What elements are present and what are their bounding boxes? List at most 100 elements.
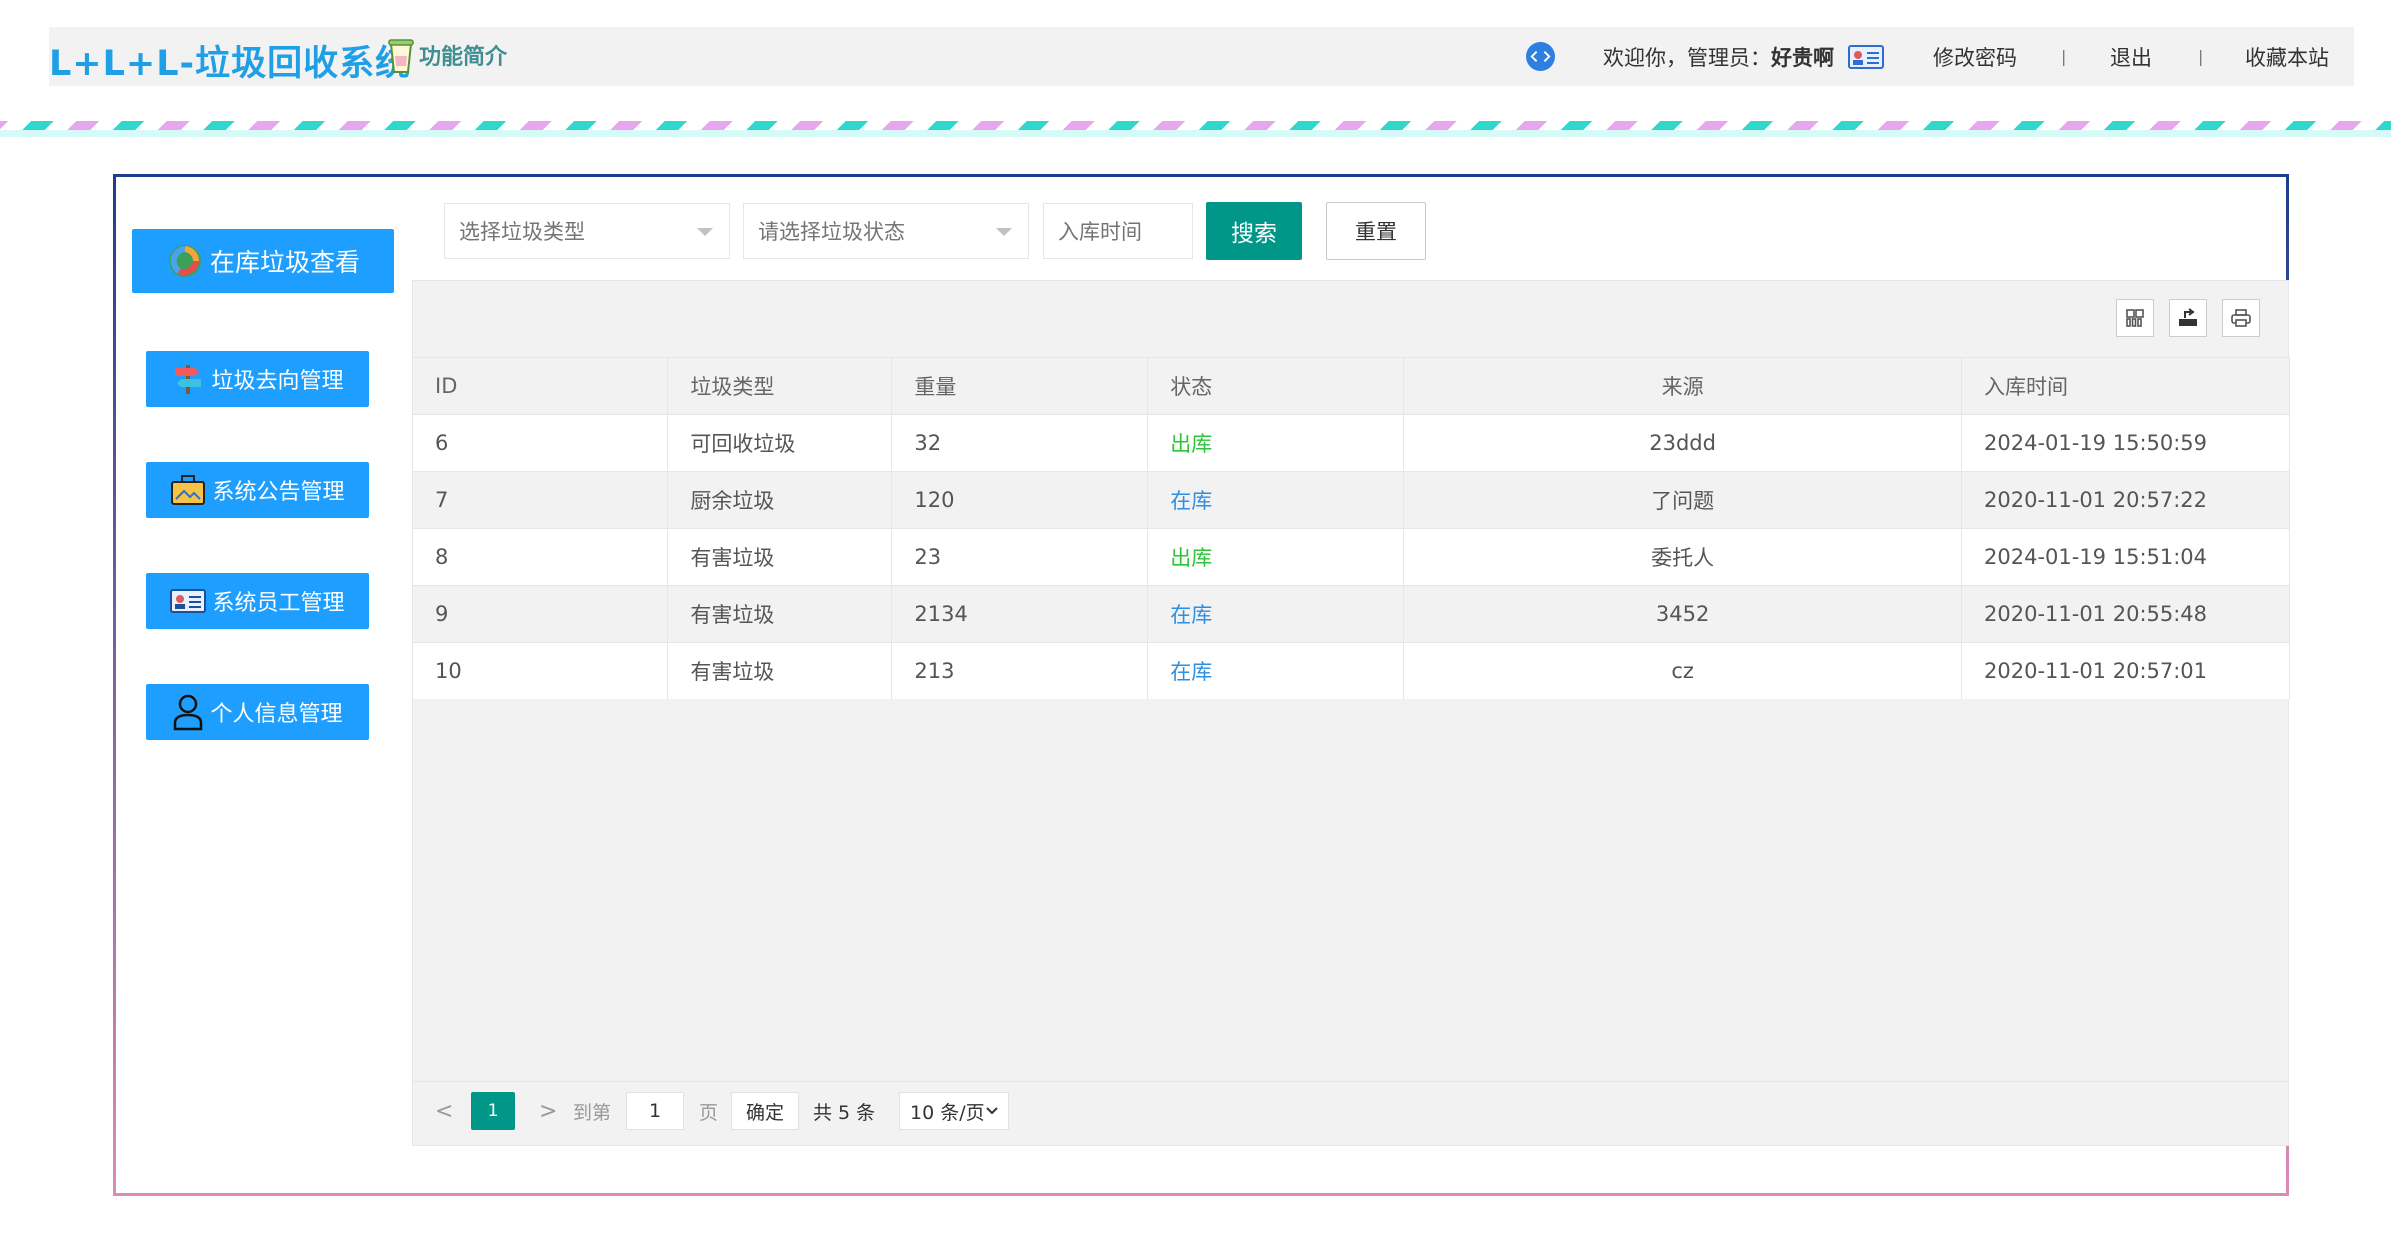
- sidebar-item-stock-view[interactable]: 在库垃圾查看: [132, 229, 394, 293]
- cell-id: 6: [413, 414, 669, 472]
- sidebar-item-label: 垃圾去向管理: [211, 369, 344, 394]
- cell-type: 有害垃圾: [667, 585, 893, 643]
- code-icon: [1525, 41, 1556, 72]
- feature-intro-label: 功能简介: [419, 45, 508, 70]
- table-panel: ID 垃圾类型 重量 状态 来源 入库时间 6 可回收垃圾 32 出库 23dd…: [412, 280, 2290, 1146]
- sidebar-item-label: 个人信息管理: [210, 702, 343, 727]
- search-button[interactable]: 搜索: [1206, 202, 1302, 260]
- header-separator: |: [2061, 47, 2067, 66]
- select-placeholder: 选择垃圾类型: [459, 220, 585, 244]
- briefcase-icon: [171, 475, 206, 505]
- col-header-status[interactable]: 状态: [1147, 357, 1405, 415]
- change-password-link[interactable]: 修改密码: [1933, 27, 2017, 86]
- cell-id: 8: [413, 528, 669, 586]
- cell-weight: 23: [891, 528, 1149, 586]
- sidebar-item-announcement[interactable]: 系统公告管理: [146, 462, 369, 518]
- cell-time: 2020-11-01 20:57:22: [1961, 471, 2290, 529]
- top-header: L+L+L-垃圾回收系统 功能简介 欢迎你，管理员： 好贵啊 修改密码 | 退出…: [49, 27, 2354, 86]
- goto-label: 到第: [573, 1101, 612, 1124]
- id-card-icon: [1848, 44, 1884, 69]
- export-icon: [2179, 308, 2197, 326]
- goto-page-input[interactable]: 1: [626, 1092, 684, 1130]
- col-header-time[interactable]: 入库时间: [1961, 357, 2290, 415]
- goto-confirm-button[interactable]: 确定: [731, 1092, 799, 1130]
- reset-button[interactable]: 重置: [1326, 202, 1426, 260]
- trash-type-select[interactable]: 选择垃圾类型: [444, 203, 730, 259]
- input-placeholder: 入库时间: [1058, 220, 1142, 244]
- user-icon: [174, 694, 203, 731]
- admin-username: 好贵啊: [1771, 45, 1834, 70]
- storage-time-input[interactable]: 入库时间: [1043, 203, 1193, 259]
- pagination-bar: < 1 > 到第 1 页 确定 共 5 条 10 条/页: [413, 1081, 2288, 1146]
- chevron-down-icon: [986, 1107, 998, 1115]
- columns-filter-button[interactable]: [2116, 299, 2154, 337]
- main-frame: 在库垃圾查看 垃圾去向管理 系统公告管理 系统员工管理 个人信息管理 选择垃圾类…: [113, 174, 2290, 1196]
- cell-weight: 32: [891, 414, 1149, 472]
- table-row[interactable]: 7 厨余垃圾 120 在库 了问题 2020-11-01 20:57:22: [413, 471, 2290, 529]
- cell-type: 厨余垃圾: [667, 471, 893, 529]
- cell-id: 9: [413, 585, 669, 643]
- sidebar-item-label: 系统员工管理: [212, 591, 345, 616]
- cell-time: 2024-01-19 15:50:59: [1961, 414, 2290, 472]
- drink-cup-icon: [388, 39, 414, 73]
- print-button[interactable]: [2222, 299, 2260, 337]
- cell-status: 在库: [1147, 642, 1405, 699]
- chevron-down-icon: [996, 228, 1012, 236]
- sidebar-item-destination[interactable]: 垃圾去向管理: [146, 351, 369, 407]
- decorative-stripe: [0, 121, 2391, 137]
- welcome-text: 欢迎你，管理员： 好贵啊: [1603, 27, 1884, 86]
- header-separator: |: [2198, 47, 2204, 66]
- table-row[interactable]: 6 可回收垃圾 32 出库 23ddd 2024-01-19 15:50:59: [413, 414, 2290, 472]
- id-card-icon: [170, 589, 207, 613]
- cell-status: 在库: [1147, 471, 1405, 529]
- table-row[interactable]: 9 有害垃圾 2134 在库 3452 2020-11-01 20:55:48: [413, 585, 2290, 643]
- cell-id: 7: [413, 471, 669, 529]
- table-toolbar: [413, 281, 2288, 357]
- cell-weight: 2134: [891, 585, 1149, 643]
- cell-source: 3452: [1403, 585, 1962, 643]
- cell-type: 可回收垃圾: [667, 414, 893, 472]
- sidebar-item-staff[interactable]: 系统员工管理: [146, 573, 369, 629]
- trash-table: ID 垃圾类型 重量 状态 来源 入库时间 6 可回收垃圾 32 出库 23dd…: [413, 357, 2290, 699]
- next-page-button[interactable]: >: [539, 1092, 557, 1130]
- feature-intro-link[interactable]: 功能简介: [387, 36, 507, 74]
- col-header-weight[interactable]: 重量: [891, 357, 1149, 415]
- sidebar-item-profile[interactable]: 个人信息管理: [146, 684, 369, 740]
- col-header-source[interactable]: 来源: [1403, 357, 1962, 415]
- trash-status-select[interactable]: 请选择垃圾状态: [743, 203, 1029, 259]
- cell-id: 10: [413, 642, 669, 699]
- page-size-select[interactable]: 10 条/页: [899, 1092, 1009, 1130]
- cell-status: 在库: [1147, 585, 1405, 643]
- cell-source: cz: [1403, 642, 1962, 699]
- chevron-down-icon: [697, 228, 713, 236]
- col-header-id[interactable]: ID: [413, 357, 669, 415]
- cell-type: 有害垃圾: [667, 528, 893, 586]
- cell-weight: 213: [891, 642, 1149, 699]
- sidebar-item-label: 在库垃圾查看: [209, 248, 360, 277]
- export-button[interactable]: [2169, 299, 2207, 337]
- columns-icon: [2126, 309, 2144, 327]
- app-logo-title: L+L+L-垃圾回收系统: [49, 44, 412, 84]
- table-row[interactable]: 10 有害垃圾 213 在库 cz 2020-11-01 20:57:01: [413, 642, 2290, 699]
- cell-source: 了问题: [1403, 471, 1962, 529]
- cell-time: 2020-11-01 20:57:01: [1961, 642, 2290, 699]
- cell-source: 委托人: [1403, 528, 1962, 586]
- cell-source: 23ddd: [1403, 414, 1962, 472]
- signpost-icon: [175, 365, 202, 394]
- page-unit-label: 页: [699, 1101, 719, 1124]
- page-1-button[interactable]: 1: [471, 1092, 515, 1130]
- sidebar-item-label: 系统公告管理: [212, 480, 345, 505]
- bookmark-link[interactable]: 收藏本站: [2245, 27, 2329, 86]
- table-row[interactable]: 8 有害垃圾 23 出库 委托人 2024-01-19 15:51:04: [413, 528, 2290, 586]
- select-placeholder: 请选择垃圾状态: [758, 220, 905, 244]
- prev-page-button[interactable]: <: [435, 1092, 453, 1130]
- code-badge: [1525, 27, 1556, 86]
- col-header-type[interactable]: 垃圾类型: [667, 357, 893, 415]
- table-header-row: ID 垃圾类型 重量 状态 来源 入库时间: [413, 357, 2290, 415]
- cell-time: 2020-11-01 20:55:48: [1961, 585, 2290, 643]
- welcome-prefix: 欢迎你，管理员：: [1603, 45, 1771, 70]
- cell-status: 出库: [1147, 528, 1405, 586]
- logout-link[interactable]: 退出: [2110, 27, 2152, 86]
- cell-status: 出库: [1147, 414, 1405, 472]
- cell-type: 有害垃圾: [667, 642, 893, 699]
